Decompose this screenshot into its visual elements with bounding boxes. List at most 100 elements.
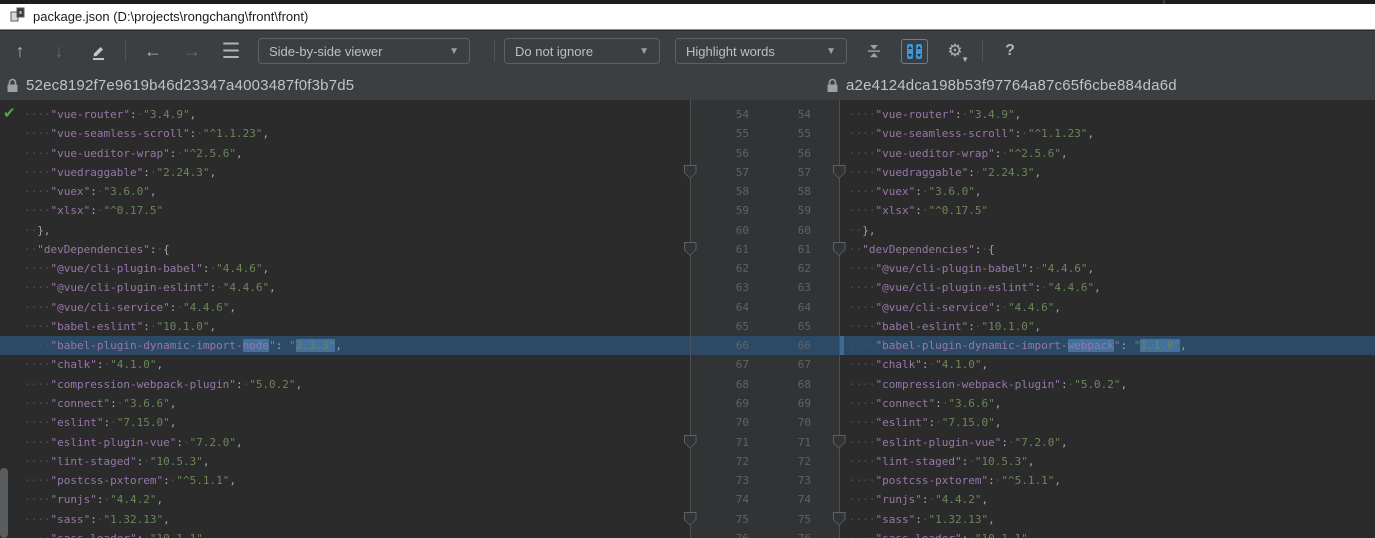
line-number: 58 (691, 182, 749, 201)
code-line: ····"eslint-plugin-vue":·"7.2.0", (840, 433, 1375, 452)
back-button[interactable]: ← (141, 39, 165, 63)
code-line: ····"lint-staged":·"10.5.3", (0, 452, 690, 471)
line-number: 69 (749, 394, 811, 413)
line-number-row: 6464 (691, 298, 839, 317)
highlight-mode-label: Highlight words (686, 44, 775, 59)
line-number: 65 (691, 317, 749, 336)
code-line: ····"postcss-pxtorem":·"^5.1.1", (840, 471, 1375, 490)
chevron-down-icon: ▼ (449, 46, 459, 57)
line-number: 62 (749, 259, 811, 278)
code-line: ····"vue-seamless-scroll":·"^1.1.23", (0, 124, 690, 143)
code-line: ····"@vue/cli-service":·"4.4.6", (840, 298, 1375, 317)
line-number: 56 (691, 144, 749, 163)
line-number: 75 (691, 510, 749, 529)
code-line: ····"sass":·"1.32.13", (840, 510, 1375, 529)
line-number-row: 7474 (691, 490, 839, 509)
scrollbar-glyph-icon (916, 44, 922, 59)
code-line: ····"babel-plugin-dynamic-import-node":·… (0, 336, 690, 355)
code-line: ····"@vue/cli-plugin-eslint":·"4.4.6", (0, 278, 690, 297)
line-number-row: 6565 (691, 317, 839, 336)
line-number: 76 (691, 529, 749, 538)
line-number: 61 (749, 240, 811, 259)
code-line: ····"vue-ueditor-wrap":·"^2.5.6", (0, 144, 690, 163)
next-change-button[interactable]: ↓ (47, 39, 71, 63)
line-number-row: 5454 (691, 105, 839, 124)
forward-button[interactable]: → (180, 39, 204, 63)
settings-gear-icon[interactable]: ⚙▼ (943, 39, 967, 63)
window-titlebar: package.json (D:\projects\rongchang\fron… (0, 4, 1375, 30)
code-line: ····"babel-eslint":·"10.1.0", (0, 317, 690, 336)
window-title: package.json (D:\projects\rongchang\fron… (33, 9, 308, 24)
chevron-down-icon: ▼ (639, 46, 649, 57)
line-number-row: 6767 (691, 355, 839, 374)
line-number: 74 (749, 490, 811, 509)
line-number-row: 6969 (691, 394, 839, 413)
code-line: ··}, (0, 221, 690, 240)
line-number: 72 (691, 452, 749, 471)
line-number: 54 (691, 105, 749, 124)
line-number-row: 6060 (691, 221, 839, 240)
code-line: ····"xlsx":·"^0.17.5" (0, 201, 690, 220)
line-number-row: 6666 (691, 336, 839, 355)
code-line: ····"sass":·"1.32.13", (0, 510, 690, 529)
line-number: 70 (691, 413, 749, 432)
revision-titles-bar: 52ec8192f7e9619b46d23347a4003487f0f3b7d5… (0, 71, 1375, 100)
line-number-row: 5555 (691, 124, 839, 143)
highlight-mode-dropdown[interactable]: Highlight words ▼ (675, 38, 847, 64)
code-line: ··"devDependencies":·{ (0, 240, 690, 259)
viewer-mode-dropdown[interactable]: Side-by-side viewer ▼ (258, 38, 470, 64)
line-number: 63 (691, 278, 749, 297)
code-line: ····"chalk":·"4.1.0", (840, 355, 1375, 374)
history-menu-icon[interactable]: ☰ (219, 39, 243, 63)
line-number-row: 5959 (691, 201, 839, 220)
code-line: ····"sass-loader":·"10.1.1", (0, 529, 690, 538)
line-number: 75 (749, 510, 811, 529)
line-number: 58 (749, 182, 811, 201)
synchronize-scrolling-toggle[interactable] (901, 39, 928, 64)
line-number-row: 5656 (691, 144, 839, 163)
scrollbar-thumb[interactable] (0, 468, 8, 538)
ignore-policy-label: Do not ignore (515, 44, 593, 59)
line-number: 72 (749, 452, 811, 471)
line-number: 64 (691, 298, 749, 317)
code-line: ····"xlsx":·"^0.17.5" (840, 201, 1375, 220)
line-number: 60 (749, 221, 811, 240)
code-line: ····"vuex":·"3.6.0", (840, 182, 1375, 201)
chevron-down-icon: ▼ (826, 46, 836, 57)
lock-icon (826, 78, 839, 93)
code-line: ····"compression-webpack-plugin":·"5.0.2… (0, 375, 690, 394)
help-button[interactable]: ? (998, 39, 1022, 63)
line-number: 73 (749, 471, 811, 490)
line-number: 68 (749, 375, 811, 394)
line-number: 60 (691, 221, 749, 240)
collapse-unchanged-icon[interactable] (862, 39, 886, 63)
code-line: ··"devDependencies":·{ (840, 240, 1375, 259)
toolbar-separator (494, 40, 495, 62)
line-number-row: 7272 (691, 452, 839, 471)
code-line: ····"@vue/cli-plugin-babel":·"4.4.6", (840, 259, 1375, 278)
code-line: ····"eslint":·"7.15.0", (0, 413, 690, 432)
line-number: 61 (691, 240, 749, 259)
line-number: 59 (749, 201, 811, 220)
code-line: ····"eslint-plugin-vue":·"7.2.0", (0, 433, 690, 452)
line-number: 71 (749, 433, 811, 452)
code-line: ····"vuedraggable":·"2.24.3", (0, 163, 690, 182)
line-number: 65 (749, 317, 811, 336)
code-line: ····"sass-loader":·"10.1.1", (840, 529, 1375, 538)
code-line: ····"@vue/cli-plugin-eslint":·"4.4.6", (840, 278, 1375, 297)
previous-change-button[interactable]: ↑ (8, 39, 32, 63)
code-line: ····"vue-ueditor-wrap":·"^2.5.6", (840, 144, 1375, 163)
viewer-mode-label: Side-by-side viewer (269, 44, 382, 59)
line-number: 56 (749, 144, 811, 163)
edit-source-icon[interactable] (86, 39, 110, 63)
line-number: 62 (691, 259, 749, 278)
code-line: ····"vuedraggable":·"2.24.3", (840, 163, 1375, 182)
line-number: 67 (691, 355, 749, 374)
line-number: 76 (749, 529, 811, 538)
line-number-row: 5757 (691, 163, 839, 182)
line-number-row: 6868 (691, 375, 839, 394)
ignore-policy-dropdown[interactable]: Do not ignore ▼ (504, 38, 660, 64)
left-editor-pane[interactable]: ····"vue-router":·"3.4.9",····"vue-seaml… (0, 100, 690, 538)
diff-window-icon (10, 7, 25, 27)
right-editor-pane[interactable]: ····"vue-router":·"3.4.9",····"vue-seaml… (840, 100, 1375, 538)
